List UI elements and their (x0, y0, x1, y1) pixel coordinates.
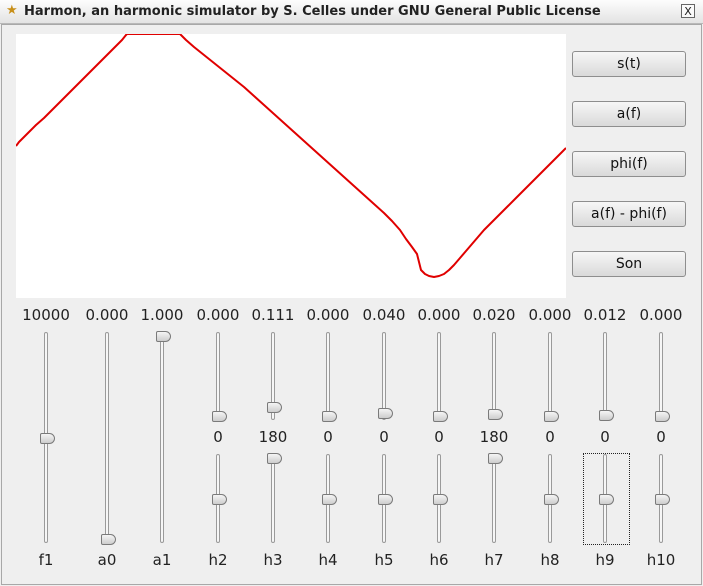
phase-slider-h5[interactable] (378, 493, 393, 505)
value-label-a0: 0.000 (85, 306, 129, 324)
slider-label-h10: h10 (646, 551, 676, 569)
value-label-h10: 0.000 (639, 306, 683, 324)
slider-label-a1: a1 (152, 551, 172, 569)
phase-slider-h10[interactable] (655, 493, 670, 505)
star-icon: ★ (6, 3, 18, 18)
phase-label-h4: 0 (323, 428, 333, 446)
phase-slider-h2[interactable] (212, 493, 227, 505)
close-button[interactable]: X (681, 4, 695, 18)
amplitude-slider-h9[interactable] (599, 410, 614, 422)
slider-label-h8: h8 (540, 551, 560, 569)
slider-label-a0: a0 (97, 551, 117, 569)
phase-slider-h3[interactable] (267, 453, 282, 464)
phase-label-h5: 0 (379, 428, 389, 446)
amplitude-track-h9[interactable] (603, 332, 607, 420)
value-label-h5: 0.040 (362, 306, 406, 324)
amplitude-track-h4[interactable] (326, 332, 330, 420)
focus-outline (583, 453, 630, 545)
amplitude-track-h2[interactable] (216, 332, 220, 420)
slider-label-h4: h4 (318, 551, 338, 569)
amplitude-slider-h6[interactable] (433, 411, 448, 422)
phase-label-h10: 0 (656, 428, 666, 446)
slider-label-h5: h5 (374, 551, 394, 569)
amplitude-track-h7[interactable] (492, 332, 496, 420)
title-bar: ★ Harmon, an harmonic simulator by S. Ce… (0, 0, 703, 24)
amplitude-slider-a0[interactable] (101, 534, 116, 545)
value-label-h8: 0.000 (528, 306, 572, 324)
value-label-h9: 0.012 (583, 306, 627, 324)
slider-label-h2: h2 (208, 551, 228, 569)
amplitude-slider-h4[interactable] (322, 411, 337, 422)
son-button[interactable]: Son (572, 251, 686, 277)
amplitude-slider-h10[interactable] (655, 411, 670, 422)
amplitude-slider-h7[interactable] (488, 409, 503, 421)
amplitude-slider-h5[interactable] (378, 407, 393, 419)
amplitude-track-h10[interactable] (659, 332, 663, 420)
amplitude-slider-h3[interactable] (267, 402, 282, 414)
amplitude-slider-a1[interactable] (156, 331, 171, 342)
amplitude-track-a1[interactable] (160, 332, 164, 543)
value-label-h2: 0.000 (196, 306, 240, 324)
slider-label-h7: h7 (484, 551, 504, 569)
phase-label-h6: 0 (434, 428, 444, 446)
slider-label-h6: h6 (429, 551, 449, 569)
value-label-a1: 1.000 (140, 306, 184, 324)
slider-label-h3: h3 (263, 551, 283, 569)
amplitude-track-h8[interactable] (548, 332, 552, 420)
value-label-h7: 0.020 (472, 306, 516, 324)
amplitude-track-h5[interactable] (382, 332, 386, 420)
value-label-h6: 0.000 (417, 306, 461, 324)
phi-f-button[interactable]: phi(f) (572, 151, 686, 177)
window-title: Harmon, an harmonic simulator by S. Cell… (24, 4, 601, 19)
phase-track-h7[interactable] (492, 454, 496, 543)
signal-curve (16, 34, 566, 278)
phase-track-h3[interactable] (271, 454, 275, 543)
amplitude-slider-h2[interactable] (212, 411, 227, 422)
phase-slider-h6[interactable] (433, 493, 448, 505)
slider-label-h9: h9 (595, 551, 615, 569)
phase-slider-h8[interactable] (544, 493, 559, 505)
phase-label-h9: 0 (600, 428, 610, 446)
amplitude-track-h6[interactable] (437, 332, 441, 420)
value-label-h4: 0.000 (306, 306, 350, 324)
signal-plot-svg (16, 34, 566, 278)
phase-slider-h7[interactable] (488, 453, 503, 464)
phase-slider-h4[interactable] (322, 493, 337, 505)
value-label-f1: 10000 (22, 306, 70, 324)
a-f-phi-f-button[interactable]: a(f) - phi(f) (572, 201, 686, 227)
amplitude-slider-h8[interactable] (544, 411, 559, 422)
value-label-h3: 0.111 (251, 306, 295, 324)
phase-label-h7: 180 (479, 428, 509, 446)
s-t-button[interactable]: s(t) (572, 51, 686, 77)
phase-label-h8: 0 (545, 428, 555, 446)
phase-label-h2: 0 (213, 428, 223, 446)
signal-plot (16, 34, 566, 298)
amplitude-slider-f1[interactable] (40, 432, 55, 444)
slider-label-f1: f1 (38, 551, 54, 569)
phase-label-h3: 180 (258, 428, 288, 446)
a-f-button[interactable]: a(f) (572, 101, 686, 127)
amplitude-track-a0[interactable] (105, 332, 109, 543)
